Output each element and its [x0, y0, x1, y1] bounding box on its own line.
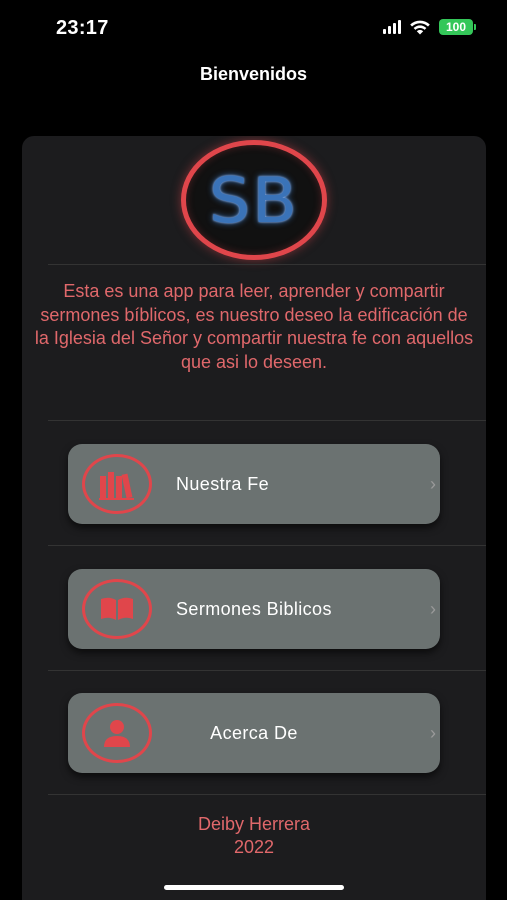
divider: [48, 264, 486, 265]
person-icon: [82, 703, 152, 763]
menu-button-nuestra-fe[interactable]: Nuestra Fe ›: [68, 444, 440, 524]
intro-text: Esta es una app para leer, aprender y co…: [34, 281, 474, 372]
status-bar: 23:17 100: [0, 0, 507, 58]
chevron-right-icon: ›: [430, 599, 436, 619]
divider: [48, 794, 486, 795]
chevron-right-icon: ›: [430, 723, 436, 743]
sb-logo: SB: [181, 140, 327, 260]
books-icon: [82, 454, 152, 514]
footer-author: Deiby Herrera: [197, 814, 311, 834]
page-title: Bienvenidos: [199, 64, 308, 84]
footer-year: 2022: [233, 837, 275, 857]
wifi-icon: [410, 20, 430, 35]
status-icons: 100: [383, 19, 476, 35]
menu-label: Acerca De: [210, 723, 298, 743]
status-time: 23:17: [56, 17, 109, 39]
divider: [48, 545, 486, 546]
home-indicator[interactable]: [164, 885, 344, 890]
menu-label: Sermones Biblicos: [176, 599, 332, 619]
cellular-signal-icon: [383, 20, 401, 34]
chevron-right-icon: ›: [430, 474, 436, 494]
main-card: SB Esta es una app para leer, aprender y…: [22, 136, 486, 900]
open-book-icon: [82, 579, 152, 639]
divider: [48, 420, 486, 421]
menu-button-sermones-biblicos[interactable]: Sermones Biblicos ›: [68, 569, 440, 649]
menu-label: Nuestra Fe: [176, 474, 270, 494]
divider: [48, 670, 486, 671]
logo-text: SB: [208, 163, 300, 237]
battery-icon: 100: [439, 19, 476, 35]
menu-button-acerca-de[interactable]: Acerca De ›: [68, 693, 440, 773]
